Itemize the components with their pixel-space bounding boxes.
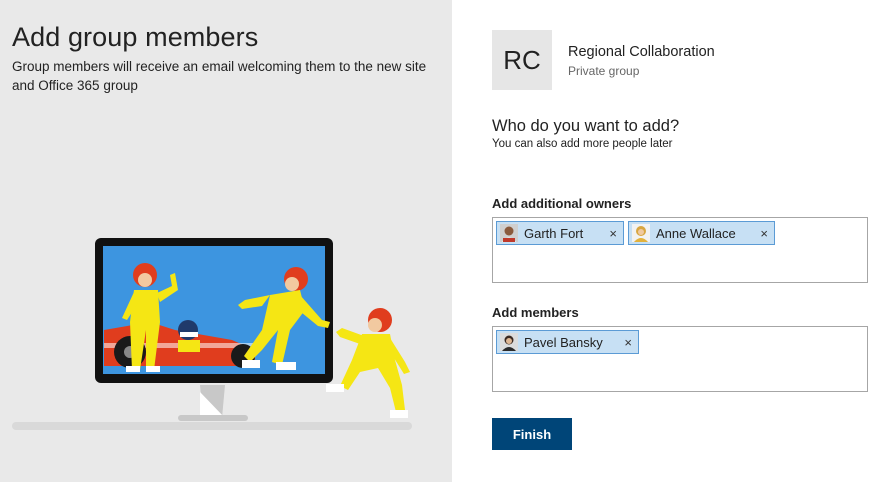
owner-chip-anne-wallace[interactable]: Anne Wallace ×	[628, 221, 775, 245]
page-subtitle: Group members will receive an email welc…	[12, 59, 427, 93]
garth-fort-avatar-icon	[500, 224, 518, 242]
remove-close-icon[interactable]: ×	[760, 226, 768, 241]
pavel-bansky-avatar-icon	[500, 333, 518, 351]
members-label: Add members	[492, 305, 579, 320]
add-question: Who do you want to add?	[492, 117, 680, 135]
owner-chip-garth-fort[interactable]: Garth Fort ×	[496, 221, 624, 245]
member-chip-pavel-bansky[interactable]: Pavel Bansky ×	[496, 330, 639, 354]
owner-chip-name: Garth Fort	[524, 225, 584, 241]
add-hint: You can also add more people later	[492, 138, 673, 150]
group-initials-tile: RC	[492, 30, 552, 90]
page-title: Add group members	[12, 22, 259, 52]
finish-button[interactable]: Finish	[492, 418, 572, 450]
members-people-picker[interactable]: Pavel Bansky ×	[492, 326, 868, 392]
remove-close-icon[interactable]: ×	[609, 226, 617, 241]
owners-people-picker[interactable]: Garth Fort × Anne Wallace ×	[492, 217, 868, 283]
owners-label: Add additional owners	[492, 196, 632, 211]
right-panel: RC Regional Collaboration Private group …	[452, 0, 888, 482]
anne-wallace-avatar-icon	[632, 224, 650, 242]
left-panel: Add group members Group members will rec…	[0, 0, 452, 482]
team-illustration	[12, 238, 412, 430]
member-chip-name: Pavel Bansky	[524, 334, 603, 350]
remove-close-icon[interactable]: ×	[624, 335, 632, 350]
group-privacy-type: Private group	[568, 64, 640, 78]
group-name: Regional Collaboration	[568, 44, 715, 60]
owner-chip-name: Anne Wallace	[656, 225, 736, 241]
